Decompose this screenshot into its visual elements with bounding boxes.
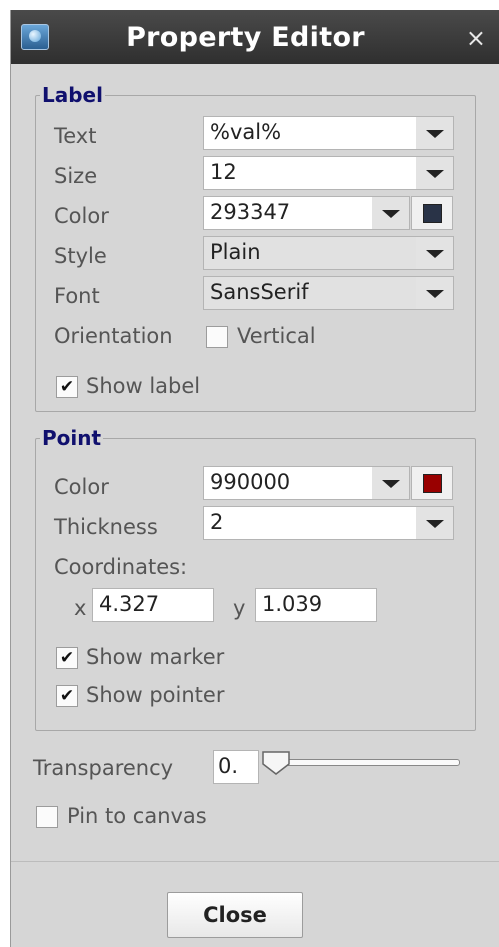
style-label: Style — [54, 244, 107, 268]
footer-divider — [11, 861, 499, 862]
x-coordinate-field[interactable]: 4.327 — [92, 588, 214, 622]
transparency-slider-thumb[interactable] — [261, 750, 291, 776]
show-label-checkbox-label[interactable]: Show label — [86, 374, 200, 398]
transparency-slider-track[interactable] — [265, 759, 460, 766]
thickness-label: Thickness — [54, 515, 158, 539]
text-label: Text — [54, 124, 97, 148]
point-color-swatch — [423, 474, 442, 493]
transparency-field[interactable]: 0. — [213, 750, 259, 784]
point-color-label: Color — [54, 475, 109, 499]
label-color-dropdown-button[interactable] — [372, 196, 410, 230]
thickness-field[interactable]: 2 — [203, 506, 417, 540]
point-color-swatch-button[interactable] — [411, 466, 453, 500]
transparency-label: Transparency — [33, 756, 174, 780]
point-color-field[interactable]: 990000 — [203, 466, 373, 500]
pin-to-canvas-label[interactable]: Pin to canvas — [67, 804, 207, 828]
label-color-field[interactable]: 293347 — [203, 196, 373, 230]
point-section-legend: Point — [42, 426, 102, 450]
label-color-swatch-button[interactable] — [411, 196, 453, 230]
show-marker-checkbox[interactable] — [56, 647, 78, 669]
pin-to-canvas-checkbox[interactable] — [36, 806, 58, 828]
title-bar[interactable]: Property Editor × — [11, 10, 499, 64]
thickness-dropdown-button[interactable] — [416, 506, 454, 540]
y-coordinate-field[interactable]: 1.039 — [255, 588, 377, 622]
label-section-legend: Label — [42, 83, 103, 107]
vertical-checkbox[interactable] — [206, 326, 228, 348]
show-label-checkbox[interactable] — [56, 376, 78, 398]
style-select[interactable]: Plain — [203, 236, 417, 270]
size-field[interactable]: 12 — [203, 156, 417, 190]
coordinates-label: Coordinates: — [54, 555, 188, 579]
close-button[interactable]: Close — [167, 892, 303, 938]
size-label: Size — [54, 164, 98, 188]
font-select[interactable]: SansSerif — [203, 276, 417, 310]
close-icon[interactable]: × — [466, 24, 486, 52]
window-title: Property Editor — [126, 22, 365, 53]
show-pointer-checkbox-label[interactable]: Show pointer — [86, 683, 224, 707]
style-dropdown-button[interactable] — [416, 236, 454, 270]
font-label: Font — [54, 284, 100, 308]
x-coordinate-label: x — [74, 596, 87, 620]
text-dropdown-button[interactable] — [416, 116, 454, 150]
label-color-label: Color — [54, 204, 109, 228]
show-pointer-checkbox[interactable] — [56, 685, 78, 707]
size-dropdown-button[interactable] — [416, 156, 454, 190]
vertical-checkbox-label[interactable]: Vertical — [237, 324, 316, 348]
show-marker-checkbox-label[interactable]: Show marker — [86, 645, 224, 669]
y-coordinate-label: y — [233, 596, 246, 620]
orientation-label: Orientation — [54, 324, 173, 348]
font-dropdown-button[interactable] — [416, 276, 454, 310]
text-field[interactable]: %val% — [203, 116, 417, 150]
point-color-dropdown-button[interactable] — [372, 466, 410, 500]
label-color-swatch — [423, 204, 442, 223]
property-editor-window: Property Editor × Label Text %val% Size … — [10, 10, 499, 947]
